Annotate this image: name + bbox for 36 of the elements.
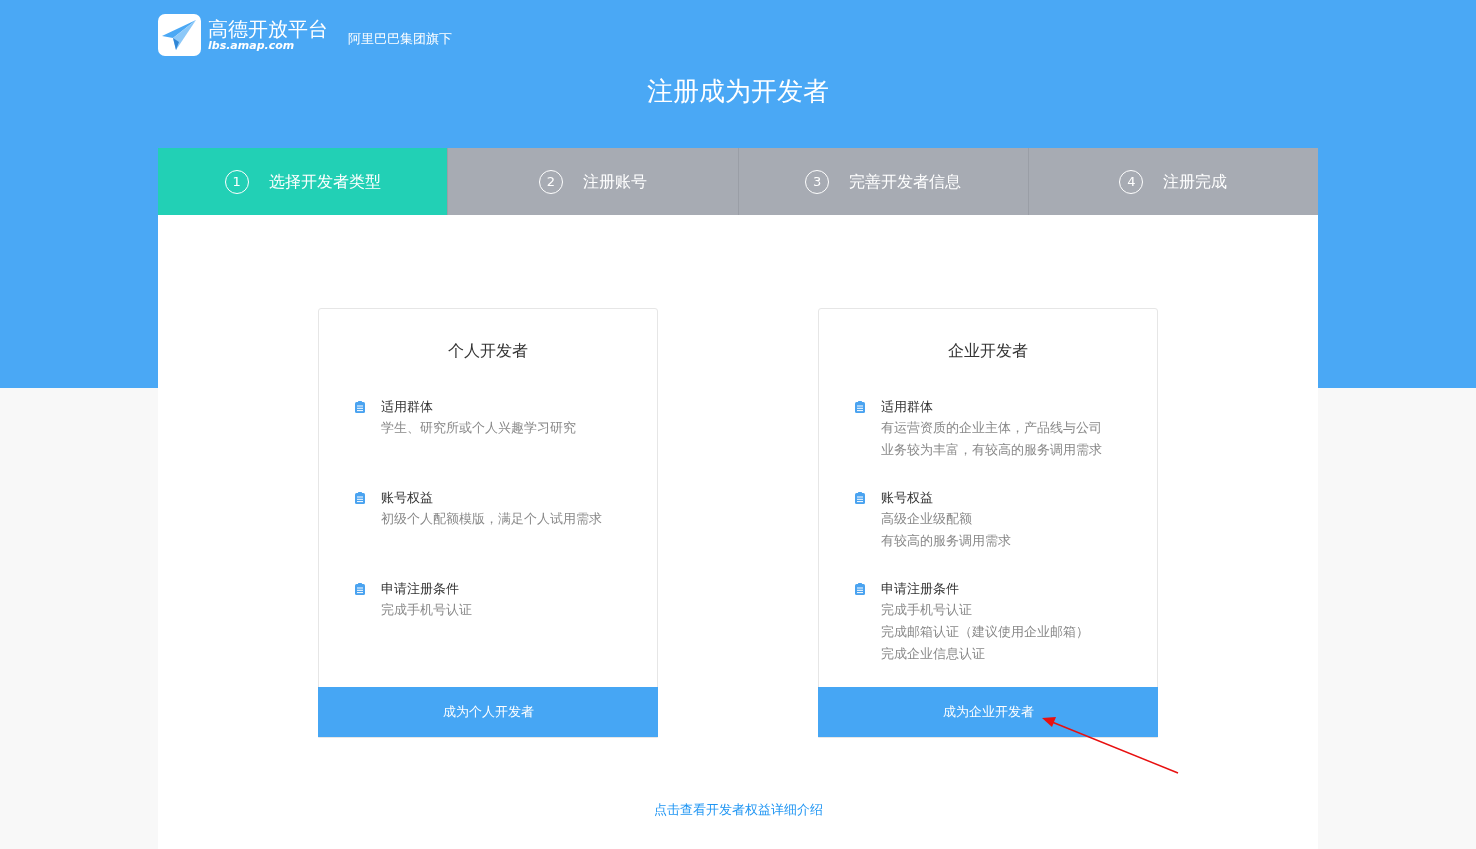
- document-icon: [855, 492, 865, 504]
- paper-plane-logo-icon: [158, 14, 201, 56]
- section-heading: 账号权益: [381, 489, 434, 507]
- section-text: 有运营资质的企业主体，产品线与公司: [881, 419, 1102, 437]
- register-button[interactable]: 成为企业开发者: [818, 687, 1158, 737]
- section-heading: 适用群体: [381, 398, 434, 416]
- document-icon: [355, 492, 365, 504]
- document-icon: [855, 583, 865, 595]
- step-label: 完善开发者信息: [849, 170, 962, 193]
- details-link[interactable]: 点击查看开发者权益详细介绍: [653, 800, 823, 820]
- register-button[interactable]: 成为个人开发者: [318, 687, 658, 737]
- card-title: 个人开发者: [448, 340, 528, 361]
- section-text: 学生、研究所或个人兴趣学习研究: [381, 419, 576, 437]
- section-text: 完成手机号认证: [881, 601, 973, 619]
- logo-title: 高德开放平台: [208, 18, 328, 40]
- section-text: 有较高的服务调用需求: [881, 532, 1011, 550]
- document-icon: [355, 401, 365, 413]
- logo-domain: lbs.amap.com: [208, 40, 296, 52]
- section-heading: 申请注册条件: [381, 580, 460, 598]
- tagline: 阿里巴巴集团旗下: [348, 30, 452, 49]
- document-icon: [855, 401, 865, 413]
- step-label: 注册账号: [582, 170, 647, 193]
- section-heading: 适用群体: [881, 398, 934, 416]
- section-heading: 申请注册条件: [881, 580, 960, 598]
- section-text: 初级个人配额模版，满足个人试用需求: [381, 510, 602, 528]
- page-title: 注册成为开发者: [647, 74, 829, 108]
- section-heading: 账号权益: [881, 489, 934, 507]
- step-label: 选择开发者类型: [268, 170, 381, 193]
- card-title: 企业开发者: [948, 340, 1028, 361]
- section-text: 高级企业级配额: [881, 510, 973, 528]
- section-text: 完成手机号认证: [381, 601, 472, 619]
- document-icon: [355, 583, 365, 595]
- step-label: 注册完成: [1163, 170, 1228, 193]
- section-text: 完成企业信息认证: [881, 645, 986, 663]
- section-text: 完成邮箱认证（建议使用企业邮箱）: [881, 623, 1089, 641]
- section-text: 业务较为丰富，有较高的服务调用需求: [881, 441, 1102, 459]
